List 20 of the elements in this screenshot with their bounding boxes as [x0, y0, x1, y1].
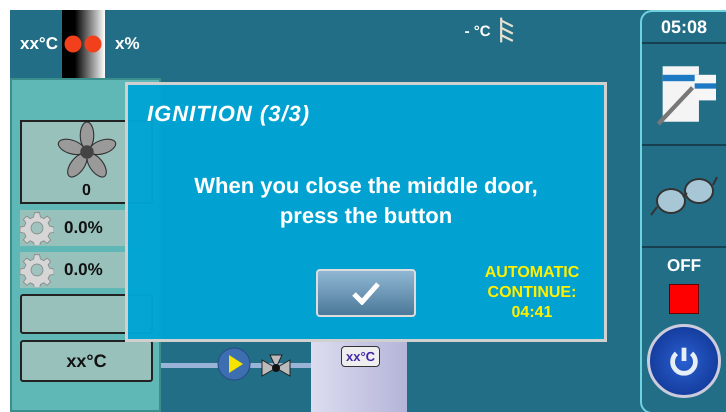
confirm-button[interactable]	[316, 269, 416, 317]
fan-speed: 0	[82, 182, 91, 200]
tank-temperature: xx°C	[341, 346, 380, 367]
fan-percent: x%	[114, 34, 140, 54]
valve-icon	[261, 354, 291, 378]
clock-time: 05:08	[642, 12, 726, 44]
outdoor-temperature: - °C	[464, 22, 491, 40]
flue-temperature: xx°C	[20, 34, 58, 54]
burner-state-label: OFF	[667, 256, 701, 276]
pump-icon	[216, 346, 252, 382]
check-icon	[351, 281, 381, 305]
actuator-percent: 0.0%	[64, 218, 103, 238]
boiler-temperature: xx°C	[20, 340, 153, 382]
dialog-title: IGNITION (3/3)	[147, 101, 312, 127]
auto-continue-label: AUTOMATIC CONTINUE:	[484, 263, 580, 303]
dialog-message: When you close the middle door, press the button	[193, 172, 539, 230]
indicator-lights-icon	[63, 34, 104, 54]
countdown: 04:41	[510, 303, 554, 323]
radiator-icon	[498, 15, 515, 45]
actuator-percent: 0.0%	[64, 260, 103, 280]
